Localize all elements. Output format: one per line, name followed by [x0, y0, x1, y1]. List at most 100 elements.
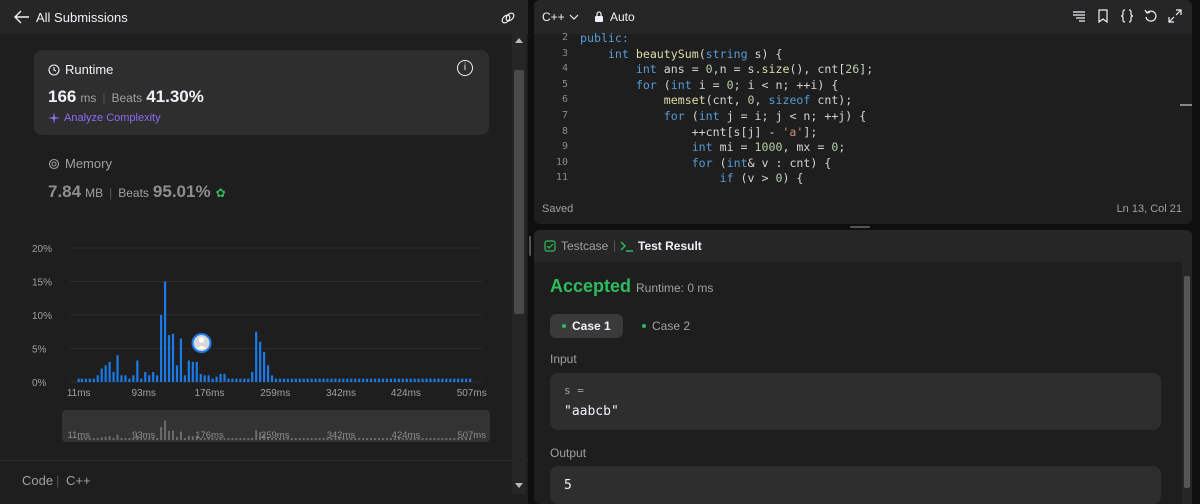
chart-bar	[393, 378, 396, 382]
slider-bar	[175, 436, 178, 440]
runtime-value: 166	[48, 87, 77, 106]
code-line[interactable]: 7 for (int j = i; j < n; ++j) {	[534, 108, 1182, 124]
chart-bar	[92, 378, 95, 382]
chart-bar	[282, 378, 286, 382]
editor-minimap-marker	[1180, 104, 1192, 106]
all-submissions-link[interactable]: All Submissions	[36, 10, 128, 25]
y-tick-label: 15%	[32, 278, 52, 289]
slider-bar	[362, 438, 365, 440]
chart-bar	[453, 378, 456, 382]
chart-bar	[385, 378, 389, 382]
chart-bar	[227, 378, 230, 382]
runtime-beats-label: Beats	[111, 91, 143, 105]
slider-tick-label: 176ms	[195, 430, 224, 441]
scroll-up-arrow-icon[interactable]	[515, 38, 523, 43]
code-line[interactable]: 8 ++cnt[s[j] - 'a'];	[534, 124, 1182, 140]
cursor-position: Ln 13, Col 21	[1116, 203, 1182, 215]
code-line[interactable]: 6 memset(cnt, 0, sizeof cnt);	[534, 92, 1182, 108]
tab-test-result[interactable]: Test Result	[620, 239, 702, 253]
slider-tick-label: 11ms	[67, 430, 90, 441]
slider-bar	[183, 438, 186, 440]
code-line[interactable]: 10 for (int& v : cnt) {	[534, 155, 1182, 171]
chart-bar	[298, 378, 301, 382]
slider-bar	[223, 438, 226, 440]
code-line[interactable]: 3 int beautySum(string s) {	[534, 46, 1182, 62]
code-line[interactable]: 2 public:	[534, 30, 1182, 46]
bookmark-icon[interactable]	[1096, 9, 1110, 23]
chart-bar	[144, 371, 147, 382]
chart-bar	[461, 378, 464, 382]
link-icon[interactable]	[500, 10, 516, 26]
terminal-icon	[620, 241, 633, 252]
info-icon[interactable]: i	[457, 60, 473, 76]
test-panel-scrollbar-thumb[interactable]	[1184, 276, 1190, 488]
sparkle-icon	[48, 112, 60, 124]
format-icon[interactable]	[1072, 9, 1086, 23]
auto-mode[interactable]: Auto	[594, 10, 635, 24]
analyze-complexity-button[interactable]: Analyze Complexity	[48, 112, 161, 124]
expand-icon[interactable]	[1168, 9, 1182, 23]
input-box: s = "aabcb"	[550, 373, 1161, 430]
user-avatar-marker[interactable]	[191, 333, 212, 353]
chart-bar	[377, 378, 381, 382]
auto-label: Auto	[610, 10, 635, 24]
chart-bar	[191, 361, 194, 382]
result-status: Accepted	[550, 276, 632, 296]
code-line[interactable]: 5 for (int i = 0; i < n; ++i) {	[534, 77, 1182, 93]
slider-bar	[298, 438, 301, 440]
braces-icon[interactable]	[1120, 9, 1134, 23]
chart-bar	[354, 378, 357, 382]
chart-bar	[441, 378, 444, 382]
code-text: public:	[580, 31, 629, 45]
code-line[interactable]: 4 int ans = 0,n = s.size(), cnt[26];	[534, 61, 1182, 77]
line-number: 9	[561, 141, 568, 153]
slider-bar	[96, 438, 99, 440]
app-root: All Submissions Runtime i 166 ms | Beats…	[0, 0, 1200, 504]
code-line[interactable]: 11 if (v > 0) {	[534, 170, 1182, 186]
left-scrollbar[interactable]	[512, 34, 526, 494]
scroll-down-arrow-icon[interactable]	[515, 483, 523, 488]
runtime-unit: ms	[80, 91, 97, 105]
memory-value-row: 7.84 MB | Beats 95.01% ✿	[48, 182, 226, 202]
language-select[interactable]: C++	[542, 10, 579, 24]
language-label: C++	[542, 10, 565, 24]
chart-bar	[338, 378, 341, 382]
code-line[interactable]: 9 int mi = 1000, mx = 0;	[534, 139, 1182, 155]
memory-title-row[interactable]: Memory	[48, 156, 112, 171]
case-2-button[interactable]: Case 2	[630, 314, 702, 338]
chart-bar	[314, 378, 317, 382]
chart-bar	[278, 378, 282, 382]
runtime-card[interactable]: Runtime i 166 ms | Beats 41.30% Analyze …	[34, 50, 489, 135]
slider-bar	[290, 438, 293, 440]
left-scrollbar-thumb[interactable]	[514, 70, 524, 314]
slider-bar	[318, 438, 321, 440]
reset-icon[interactable]	[1144, 9, 1158, 23]
horizontal-resize-handle[interactable]	[850, 226, 870, 228]
chart-bar	[132, 375, 135, 382]
chart-bar	[183, 375, 186, 382]
case-1-button[interactable]: Case 1	[550, 314, 623, 338]
test-panel-scrollbar[interactable]	[1182, 262, 1192, 504]
chart-bar	[124, 375, 127, 382]
output-box: 5	[550, 466, 1161, 504]
vertical-resize-handle[interactable]	[529, 236, 531, 256]
memory-value: 7.84	[48, 182, 82, 201]
chart-bar	[259, 341, 262, 382]
avatar-head-icon	[198, 337, 205, 343]
memory-unit: MB	[85, 186, 104, 200]
chart-bar	[231, 378, 234, 382]
back-arrow-icon[interactable]	[14, 10, 30, 24]
tab-testcase[interactable]: Testcase	[544, 239, 608, 253]
chart-bar	[421, 378, 424, 382]
code-text: for (int i = 0; i < n; ++i) {	[635, 77, 839, 92]
runtime-distribution-chart[interactable]: 20% 15% 10% 5% 0% 11ms 93ms 176ms 259ms 342ms 424m…	[12, 226, 502, 446]
chart-bar	[116, 355, 119, 382]
code-area[interactable]: 2 public: 3 int beautySum(string s) {4 int…	[534, 31, 1182, 186]
chart-bar	[373, 378, 377, 382]
slider-bar	[445, 438, 448, 440]
code-text: for (int j = i; j < n; ++j) {	[663, 109, 867, 123]
slider-bar	[251, 438, 254, 440]
slider-bar	[302, 438, 305, 440]
chart-bar	[187, 360, 190, 382]
chart-bar	[171, 333, 175, 382]
